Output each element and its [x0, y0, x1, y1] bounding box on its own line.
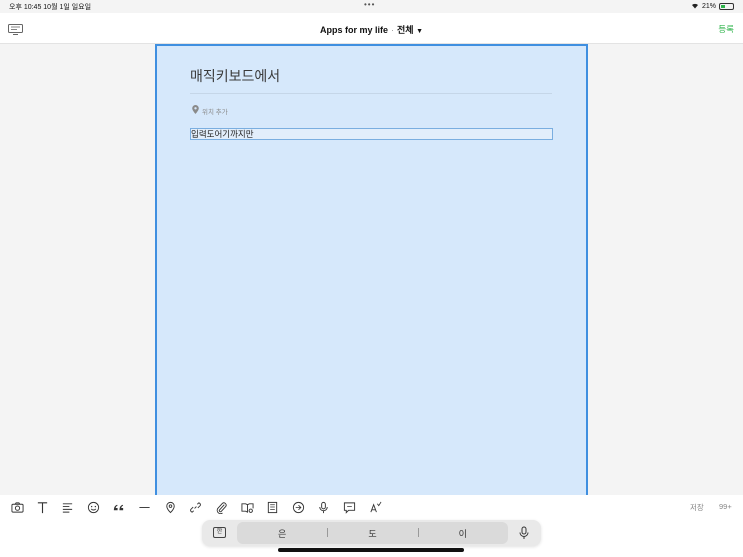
keyboard-language-icon[interactable]: 한 — [213, 527, 226, 538]
screen: 오후 10:45 10월 1일 일요일 ••• 21% Apps for my … — [0, 0, 743, 557]
suggestion-item[interactable]: 이 — [417, 527, 508, 540]
save-button[interactable]: 저장 — [690, 502, 704, 513]
camera-icon[interactable] — [8, 498, 26, 516]
add-location-label: 위치 추가 — [202, 108, 228, 116]
blog-name: Apps for my life — [319, 25, 388, 35]
battery-icon — [719, 3, 734, 10]
editor-page[interactable]: 매직키보드에서 위치 추가 입력도어기까지만 — [155, 44, 588, 495]
body-text-input[interactable]: 입력도어기까지만 — [190, 128, 553, 140]
status-right: 21% — [691, 2, 734, 11]
template-icon[interactable] — [263, 498, 281, 516]
chevron-down-icon: ▼ — [416, 28, 424, 35]
suggestion-bar: 한 은 도 이 — [202, 520, 541, 546]
home-indicator[interactable] — [278, 548, 464, 552]
post-title[interactable]: 매직키보드에서 — [190, 66, 280, 86]
sticker-icon[interactable] — [289, 498, 307, 516]
link-icon[interactable] — [186, 498, 204, 516]
nav-title[interactable]: Apps for my life · 전체 ▼ — [0, 23, 743, 36]
spellcheck-icon[interactable] — [366, 498, 384, 516]
emoji-icon[interactable] — [84, 498, 102, 516]
dictation-mic-icon[interactable] — [518, 526, 530, 540]
text-icon[interactable] — [33, 498, 51, 516]
wifi-icon — [691, 2, 699, 11]
category-select[interactable]: 전체 — [397, 25, 414, 35]
comment-icon[interactable] — [340, 498, 358, 516]
divider-icon[interactable] — [135, 498, 153, 516]
suggestion-list: 은 도 이 — [237, 522, 508, 544]
add-location[interactable]: 위치 추가 — [192, 105, 228, 116]
status-bar: 오후 10:45 10월 1일 일요일 ••• 21% — [0, 0, 743, 13]
location-pin-icon — [192, 105, 199, 116]
title-divider — [190, 93, 552, 94]
keyboard-suggestion-area: 한 은 도 이 — [0, 519, 743, 557]
title-separator: · — [391, 25, 394, 35]
align-icon[interactable] — [58, 498, 76, 516]
status-time-date: 오후 10:45 10월 1일 일요일 — [9, 4, 92, 11]
temp-save-count[interactable]: 99+ — [719, 502, 732, 511]
quote-icon[interactable] — [109, 498, 127, 516]
editor-toolbar: 저장 99+ — [0, 495, 743, 519]
publish-button[interactable]: 등록 — [718, 23, 734, 35]
multitasking-dots[interactable]: ••• — [364, 0, 375, 9]
suggestion-item[interactable]: 도 — [327, 527, 417, 540]
location-icon[interactable] — [161, 498, 179, 516]
attachment-icon[interactable] — [212, 498, 230, 516]
mic-icon[interactable] — [314, 498, 332, 516]
suggestion-item[interactable]: 은 — [237, 527, 327, 540]
map-icon[interactable] — [238, 498, 256, 516]
nav-bar: Apps for my life · 전체 ▼ 등록 — [0, 13, 743, 44]
battery-percent: 21% — [701, 3, 716, 10]
